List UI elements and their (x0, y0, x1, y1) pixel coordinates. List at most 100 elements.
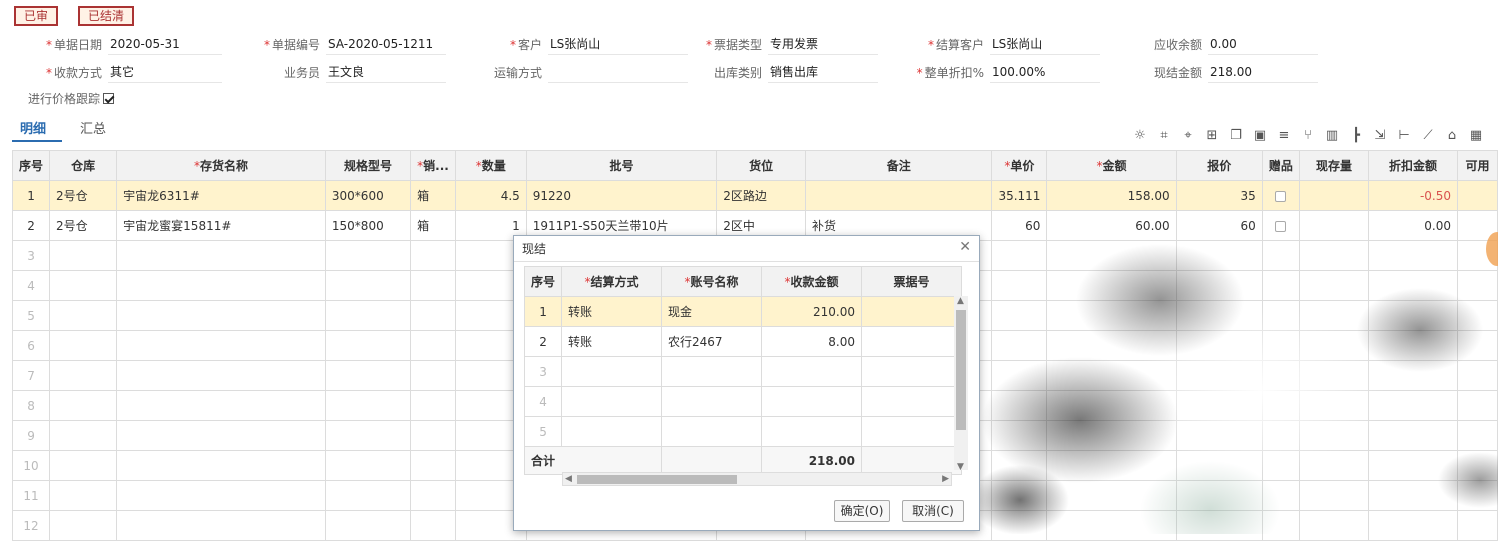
table-cell[interactable] (1046, 420, 1177, 451)
table-cell[interactable]: 现金 (661, 296, 763, 327)
table-row[interactable]: 4 (523, 386, 963, 417)
table-cell[interactable] (1298, 300, 1370, 331)
table-cell[interactable] (410, 300, 456, 331)
table-cell[interactable] (1457, 390, 1498, 421)
column-header[interactable]: *结算方式 (561, 266, 663, 297)
table-cell[interactable] (1457, 450, 1498, 481)
row-number[interactable]: 7 (11, 360, 51, 391)
table-cell[interactable] (410, 330, 456, 361)
table-cell[interactable] (1298, 420, 1370, 451)
total-value[interactable]: 218.00 (761, 446, 863, 475)
row-number[interactable]: 6 (11, 330, 51, 361)
table-row[interactable]: 1 2号仓 宇宙龙6311# 300*600 箱 4.5 91220 2区路边 35.111 15… (11, 180, 1498, 211)
table-cell[interactable] (1298, 330, 1370, 361)
table-cell[interactable] (1261, 330, 1300, 361)
table-cell[interactable] (1298, 270, 1370, 301)
table-row[interactable]: 2 转账 农行2467 8.00 (523, 326, 963, 357)
table-cell[interactable]: 158.00 (1046, 180, 1177, 211)
table-cell[interactable] (410, 420, 456, 451)
table-cell[interactable] (1261, 510, 1300, 541)
table-cell[interactable] (324, 420, 412, 451)
table-cell[interactable]: 60.00 (1046, 210, 1177, 241)
table-cell[interactable]: 35.111 (991, 180, 1048, 211)
table-cell[interactable] (991, 240, 1048, 271)
table-cell[interactable] (116, 510, 326, 541)
table-cell[interactable] (1046, 480, 1177, 511)
row-number[interactable]: 12 (11, 510, 51, 541)
table-cell[interactable]: 300*600 (324, 180, 412, 211)
table-cell[interactable] (1298, 180, 1370, 211)
field-value[interactable]: 销售出库 (768, 61, 878, 83)
gift-cell[interactable] (1261, 210, 1300, 241)
table-cell[interactable]: 2 (11, 210, 51, 241)
table-cell[interactable] (1368, 300, 1459, 331)
horizontal-scroll-thumb[interactable] (577, 475, 737, 484)
table-cell[interactable] (1298, 360, 1370, 391)
table-cell[interactable] (1175, 420, 1263, 451)
table-cell[interactable]: 2区路边 (716, 180, 807, 211)
table-cell[interactable] (561, 356, 663, 387)
table-cell[interactable] (561, 386, 663, 417)
table-cell[interactable]: 4.5 (454, 180, 527, 211)
table-cell[interactable] (49, 480, 118, 511)
column-header[interactable]: *账号名称 (661, 266, 763, 297)
chart-icon[interactable]: ▥ (1322, 126, 1342, 146)
bulb-icon[interactable]: ☼ (1130, 126, 1150, 146)
table-cell[interactable]: 8.00 (761, 326, 863, 357)
table-cell[interactable] (1298, 450, 1370, 481)
table-cell[interactable] (324, 450, 412, 481)
table-cell[interactable]: 2号仓 (49, 210, 118, 241)
table-cell[interactable] (1261, 390, 1300, 421)
table-cell[interactable] (1457, 330, 1498, 361)
table-cell[interactable] (1046, 300, 1177, 331)
table-cell[interactable] (49, 390, 118, 421)
table-cell[interactable]: 转账 (561, 296, 663, 327)
table-cell[interactable]: 1 (11, 180, 51, 211)
grid-icon[interactable]: ▦ (1466, 126, 1486, 146)
table-cell[interactable] (991, 270, 1048, 301)
home-icon[interactable]: ⌂ (1442, 126, 1462, 146)
table-cell[interactable] (410, 270, 456, 301)
table-cell[interactable] (49, 270, 118, 301)
vertical-scrollbar[interactable]: ▲ ▼ (954, 296, 968, 472)
row-number[interactable]: 10 (11, 450, 51, 481)
table-cell[interactable] (861, 356, 963, 387)
scroll-down-icon[interactable]: ▼ (957, 462, 964, 472)
table-cell[interactable]: 宇宙龙蜜宴15811# (116, 210, 326, 241)
table-cell[interactable] (49, 510, 118, 541)
column-header[interactable]: 序号 (523, 266, 563, 297)
table-cell[interactable]: 箱 (410, 180, 456, 211)
row-number[interactable]: 3 (11, 240, 51, 271)
table-cell[interactable] (116, 300, 326, 331)
scan-icon[interactable]: ⌗ (1154, 126, 1174, 146)
column-header[interactable]: 票据号 (861, 266, 963, 297)
scroll-up-icon[interactable]: ▲ (957, 296, 964, 306)
field-value[interactable]: LS张尚山 (548, 33, 688, 55)
table-cell[interactable] (805, 180, 993, 211)
field-value[interactable]: 218.00 (1208, 61, 1318, 83)
table-cell[interactable] (324, 240, 412, 271)
ruler-icon[interactable]: ⟋ (1418, 126, 1438, 146)
ok-button[interactable]: 确定(O) (834, 500, 890, 522)
gift-cell[interactable] (1261, 180, 1300, 211)
table-cell[interactable] (324, 330, 412, 361)
table-cell[interactable]: 宇宙龙6311# (116, 180, 326, 211)
table-cell[interactable] (1046, 450, 1177, 481)
table-cell[interactable]: 转账 (561, 326, 663, 357)
table-cell[interactable] (661, 416, 763, 447)
table-cell[interactable] (410, 450, 456, 481)
table-cell[interactable] (1298, 240, 1370, 271)
table-cell[interactable]: -0.50 (1368, 180, 1459, 211)
table-cell[interactable] (116, 270, 326, 301)
row-number[interactable]: 4 (523, 386, 563, 417)
row-number[interactable]: 5 (11, 300, 51, 331)
table-cell[interactable] (116, 450, 326, 481)
table-cell[interactable] (1175, 450, 1263, 481)
table-cell[interactable]: 2 (523, 326, 563, 357)
table-cell[interactable] (761, 386, 863, 417)
row-number[interactable]: 4 (11, 270, 51, 301)
column-header[interactable]: *收款金额 (761, 266, 863, 297)
column-header[interactable]: 可用 (1457, 150, 1498, 181)
table-cell[interactable] (410, 510, 456, 541)
table-cell[interactable] (1457, 420, 1498, 451)
